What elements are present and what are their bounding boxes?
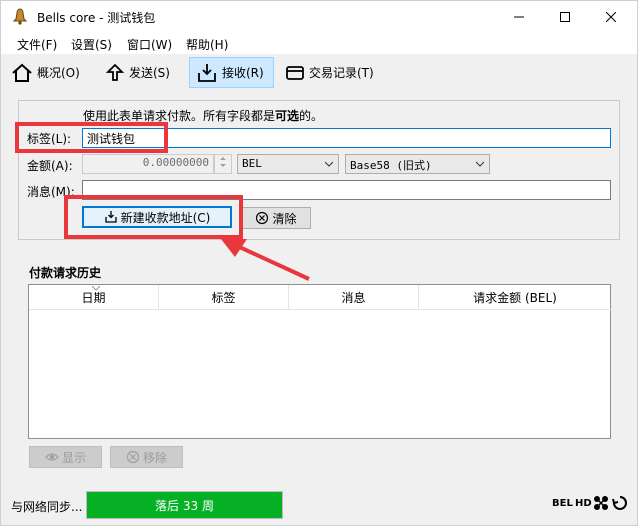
- form-note: 使用此表单请求付款。所有字段都是可选的。: [83, 109, 324, 123]
- close-button[interactable]: [588, 1, 634, 32]
- receive-icon: [104, 211, 117, 223]
- network-icon[interactable]: [593, 495, 609, 511]
- column-amount[interactable]: 请求金额 (BEL): [419, 285, 611, 310]
- tab-overview-label: 概况(O): [37, 66, 80, 80]
- toolbar: 概况(O) 发送(S) 接收(R) 交易记录(T): [1, 54, 637, 91]
- menu-help[interactable]: 帮助(H): [186, 36, 228, 53]
- maximize-icon: [560, 11, 570, 22]
- sync-icon: [612, 496, 627, 510]
- amount-spinner[interactable]: [214, 154, 232, 174]
- amount-field-label: 金额(A):: [27, 159, 73, 173]
- label-input[interactable]: 测试钱包: [82, 128, 611, 148]
- tab-overview[interactable]: 概况(O): [11, 57, 80, 88]
- column-label[interactable]: 标签: [159, 285, 289, 310]
- menu-window[interactable]: 窗口(W): [127, 36, 172, 53]
- minimize-icon: [514, 16, 524, 17]
- menu-bar: 文件(F) 设置(S) 窗口(W) 帮助(H): [1, 32, 637, 54]
- maximize-button[interactable]: [542, 1, 588, 32]
- show-button[interactable]: 显示: [29, 446, 102, 468]
- tab-transactions[interactable]: 交易记录(T): [285, 57, 374, 88]
- address-type-select[interactable]: Base58 (旧式): [345, 154, 490, 174]
- remove-label: 移除: [142, 450, 167, 465]
- new-address-label: 新建收款地址(C): [120, 210, 211, 225]
- home-icon: [12, 63, 32, 82]
- unit-select[interactable]: BEL: [237, 154, 339, 174]
- tab-send-label: 发送(S): [129, 66, 170, 80]
- tab-receive-label: 接收(R): [222, 66, 264, 80]
- message-field-label: 消息(M):: [27, 185, 75, 199]
- send-icon: [105, 63, 125, 81]
- sync-progress-bar: 落后 33 周: [86, 491, 283, 519]
- new-address-button[interactable]: 新建收款地址(C): [82, 206, 232, 228]
- tab-receive[interactable]: 接收(R): [189, 57, 274, 88]
- address-type-value: Base58 (旧式): [350, 159, 432, 172]
- remove-button[interactable]: 移除: [110, 446, 183, 468]
- sync-progress-text: 落后 33 周: [155, 498, 214, 513]
- remove-icon: [126, 450, 140, 464]
- receive-icon: [198, 63, 216, 82]
- eye-icon: [45, 453, 59, 461]
- chevron-down-icon: [325, 161, 333, 167]
- history-table[interactable]: 日期 标签 消息 请求金额 (BEL): [28, 284, 611, 439]
- window-title: Bells core - 测试钱包: [37, 11, 156, 25]
- chevron-down-icon: [476, 161, 484, 167]
- clear-button[interactable]: 清除: [241, 207, 311, 229]
- label-field-label: 标签(L):: [27, 132, 72, 146]
- annotation-arrow-icon: [221, 239, 310, 281]
- column-date[interactable]: 日期: [29, 285, 159, 310]
- transactions-icon: [286, 65, 304, 80]
- spin-down-icon: [220, 164, 226, 167]
- spin-up-icon: [220, 157, 226, 160]
- unit-indicator[interactable]: BEL: [552, 498, 573, 509]
- hd-indicator: HD: [575, 498, 592, 509]
- tab-transactions-label: 交易记录(T): [309, 66, 374, 80]
- main-window: Bells core - 测试钱包 文件(F) 设置(S) 窗口(W) 帮助(H…: [0, 0, 638, 526]
- title-bar: Bells core - 测试钱包: [1, 1, 637, 32]
- show-label: 显示: [61, 450, 86, 465]
- clear-label: 清除: [272, 211, 297, 226]
- status-bar: 与网络同步... 落后 33 周 BEL HD: [1, 486, 637, 525]
- close-icon: [606, 11, 616, 22]
- minimize-button[interactable]: [496, 1, 542, 32]
- amount-input[interactable]: 0.00000000: [82, 154, 214, 174]
- menu-file[interactable]: 文件(F): [17, 36, 57, 53]
- unit-select-value: BEL: [242, 157, 262, 170]
- sync-status-text: 与网络同步...: [11, 500, 83, 514]
- bells-logo-icon: [12, 8, 28, 25]
- column-message[interactable]: 消息: [289, 285, 419, 310]
- history-title: 付款请求历史: [29, 266, 102, 280]
- message-input[interactable]: [82, 180, 611, 200]
- menu-settings[interactable]: 设置(S): [71, 36, 112, 53]
- tab-send[interactable]: 发送(S): [105, 57, 170, 88]
- clear-icon: [256, 211, 269, 225]
